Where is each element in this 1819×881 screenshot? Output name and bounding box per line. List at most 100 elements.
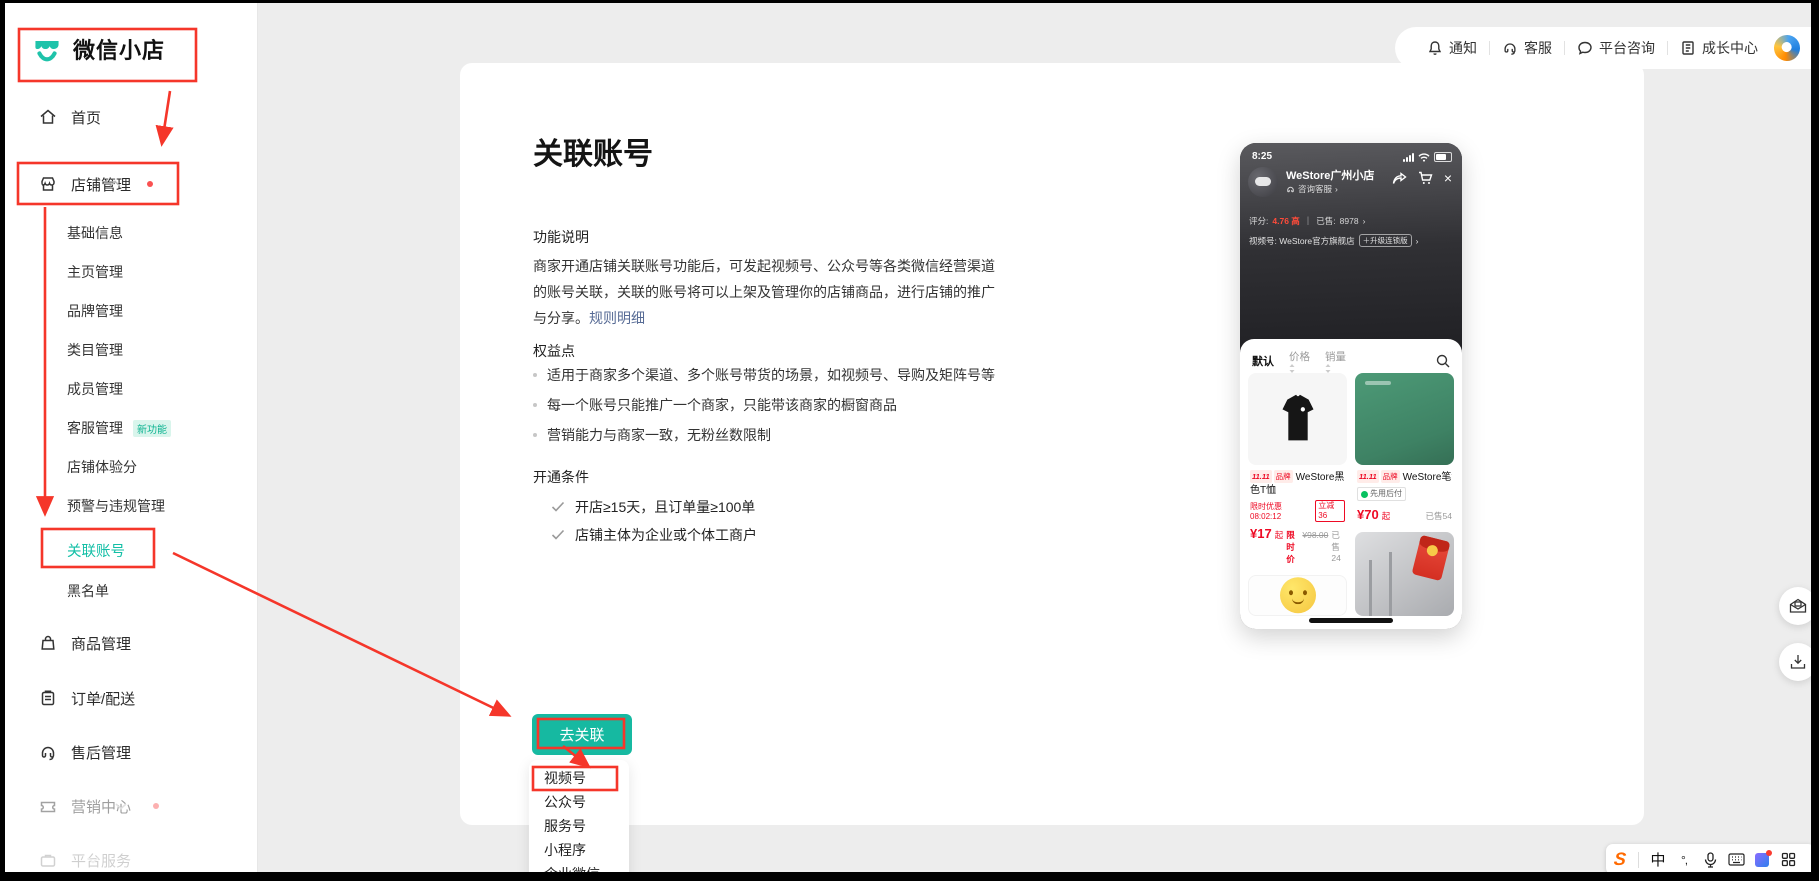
menu-item-official-account[interactable]: 公众号 xyxy=(529,790,629,814)
sidebar-item-home[interactable]: 首页 xyxy=(39,103,101,131)
flash-sale-row: 限时优惠 08:02:12 立减36 xyxy=(1250,500,1345,522)
growth-center-button[interactable]: 成长中心 xyxy=(1668,38,1770,58)
feedback-mail-button[interactable] xyxy=(1779,587,1811,625)
battery-icon xyxy=(1434,152,1452,162)
clock: 8:25 xyxy=(1252,151,1272,162)
feature-description: 商家开通店铺关联账号功能后，可发起视频号、公众号等各类微信经营渠道的账号关联，关… xyxy=(533,253,1007,331)
sidebar-item-member-mgmt[interactable]: 成员管理 xyxy=(67,377,123,401)
link-account-dropdown: 视频号 公众号 服务号 小程序 企业微信 xyxy=(529,760,629,872)
wechat-pay-icon xyxy=(1361,491,1368,498)
headset-icon xyxy=(1502,40,1518,56)
ime-punctuation-toggle[interactable]: °, xyxy=(1671,847,1697,873)
download-button[interactable] xyxy=(1779,643,1811,681)
sidebar-item-basic-info[interactable]: 基础信息 xyxy=(67,221,123,245)
sidebar-item-category-mgmt[interactable]: 类目管理 xyxy=(67,338,123,362)
platform-consult-button[interactable]: 平台咨询 xyxy=(1565,38,1667,58)
sogou-ime-icon[interactable]: S xyxy=(1613,849,1627,870)
rules-detail-link[interactable]: 规则明细 xyxy=(589,310,645,326)
chevron-down-icon[interactable] xyxy=(91,694,103,702)
sidebar-item-homepage-mgmt[interactable]: 主页管理 xyxy=(67,260,123,284)
menu-item-wecom[interactable]: 企业微信 xyxy=(529,862,629,872)
upgrade-tag[interactable]: ＋升级连锁版 xyxy=(1359,234,1412,247)
microphone-icon[interactable] xyxy=(1697,847,1723,873)
price-row: ¥17起 限时价 ¥98.00 已售24 xyxy=(1250,526,1345,565)
sidebar-item-marketing-center[interactable]: 营销中心 xyxy=(39,792,159,820)
notification-dot xyxy=(153,803,159,809)
search-icon[interactable] xyxy=(1436,354,1450,368)
sidebar-item-platform-services[interactable]: 平台服务 xyxy=(39,846,131,872)
product-image-tshirt xyxy=(1248,373,1347,465)
sidebar-item-goods-mgmt[interactable]: 商品管理 xyxy=(39,629,131,657)
bag-icon xyxy=(39,634,57,652)
menu-item-channels-video[interactable]: 视频号 xyxy=(529,766,629,790)
store-rating-row: 评分: 4.76 高 ｜ 已售: 8978 › xyxy=(1249,215,1365,227)
headset-icon xyxy=(39,743,57,761)
tab-price[interactable]: 价格 xyxy=(1289,349,1310,373)
section-title-features: 功能说明 xyxy=(533,227,589,247)
chevron-down-icon[interactable] xyxy=(115,802,127,810)
brand-badge: 品牌 xyxy=(1274,470,1293,483)
rating-value: 4.76 高 xyxy=(1272,215,1299,227)
chevron-down-icon[interactable] xyxy=(87,748,99,756)
menu-item-mini-program[interactable]: 小程序 xyxy=(529,838,629,862)
share-icon[interactable] xyxy=(1392,172,1407,185)
sold-value: 8978 xyxy=(1340,216,1359,226)
go-link-button[interactable]: 去关联 xyxy=(532,714,632,755)
notification-dot xyxy=(147,181,153,187)
product-card-notebook[interactable]: 11.11品牌WeStore笔记本 先用后付 ¥70起 已售54 xyxy=(1355,373,1454,524)
sidebar-item-aftersale-mgmt[interactable]: 售后管理 xyxy=(39,738,131,766)
sidebar-item-blacklist[interactable]: 黑名单 xyxy=(67,579,109,603)
app-title: 微信小店 xyxy=(73,33,165,65)
toolbox-grid-icon[interactable] xyxy=(1775,847,1801,873)
product-sheet: 默认 价格 销量 11.11品牌WeStore黑色T恤 xyxy=(1240,339,1462,629)
bullet-icon xyxy=(533,403,537,407)
clipboard-icon xyxy=(39,689,57,707)
sidebar-item-violation-mgmt[interactable]: 预警与违规管理 xyxy=(67,494,165,518)
benefit-item: 适用于商家多个渠道、多个账号带货的场景，如视频号、导购及矩阵号等 xyxy=(533,365,995,385)
cart-icon[interactable] xyxy=(1418,171,1433,185)
product-image-emoji-tee[interactable] xyxy=(1248,575,1347,616)
sidebar-item-brand-mgmt[interactable]: 品牌管理 xyxy=(67,299,123,323)
emoji-face xyxy=(1280,577,1316,613)
bell-icon xyxy=(1427,40,1443,56)
chevron-up-icon[interactable] xyxy=(109,180,121,188)
tab-default[interactable]: 默认 xyxy=(1252,353,1274,369)
sidebar-item-shop-mgmt[interactable]: 店铺管理 xyxy=(39,169,153,199)
chevron-down-icon[interactable] xyxy=(87,856,99,864)
sidebar-item-service-mgmt[interactable]: 客服管理 新功能 xyxy=(67,416,171,440)
home-indicator xyxy=(1309,618,1393,623)
menu-item-service-account[interactable]: 服务号 xyxy=(529,814,629,838)
condition-item: 开店≥15天，且订单量≥100单 xyxy=(551,497,755,517)
brand-badge: 品牌 xyxy=(1381,470,1400,483)
close-icon[interactable]: × xyxy=(1444,171,1452,185)
ticket-icon xyxy=(39,797,57,815)
document-icon xyxy=(1680,40,1696,56)
product-image-suitcase[interactable] xyxy=(1355,532,1454,617)
discount-chip: 立减36 xyxy=(1315,500,1345,522)
chevron-down-icon[interactable] xyxy=(87,639,99,647)
contact-service-link[interactable]: 咨询客服› xyxy=(1286,183,1338,195)
wifi-icon xyxy=(1418,153,1430,162)
sidebar-item-linked-accounts[interactable]: 关联账号 xyxy=(67,536,125,564)
sidebar-item-experience-score[interactable]: 店铺体验分 xyxy=(67,455,137,479)
sidebar-item-orders-delivery[interactable]: 订单/配送 xyxy=(39,684,135,712)
store-avatar xyxy=(1248,167,1278,197)
sogou-logo-icon[interactable] xyxy=(1770,31,1803,64)
red-envelope xyxy=(1412,534,1451,580)
customer-service-button[interactable]: 客服 xyxy=(1490,38,1564,58)
check-icon xyxy=(551,529,565,541)
promo-badge: 11.11 xyxy=(1250,470,1272,483)
tab-sales[interactable]: 销量 xyxy=(1325,349,1346,373)
keyboard-icon[interactable] xyxy=(1723,847,1749,873)
pay-later-row: 先用后付 xyxy=(1357,484,1452,503)
product-card-tshirt[interactable]: 11.11品牌WeStore黑色T恤 限时优惠 08:02:12 立减36 ¥1… xyxy=(1248,373,1347,567)
ime-language-toggle[interactable]: 中 xyxy=(1645,847,1671,873)
section-title-conditions: 开通条件 xyxy=(533,467,589,487)
store-name: WeStore广州小店 xyxy=(1286,167,1374,183)
page-title: 关联账号 xyxy=(533,129,653,173)
ime-toolbar: S 中 °, xyxy=(1606,844,1811,872)
skin-icon[interactable] xyxy=(1749,847,1775,873)
benefit-item: 每一个账号只能推广一个商家，只能带该商家的橱窗商品 xyxy=(533,395,897,415)
sidebar: 微信小店 首页 店铺管理 基础信息 主页管理 品牌管理 类目管理 成员管理 客服… xyxy=(5,3,258,872)
notifications-button[interactable]: 通知 xyxy=(1415,38,1489,58)
